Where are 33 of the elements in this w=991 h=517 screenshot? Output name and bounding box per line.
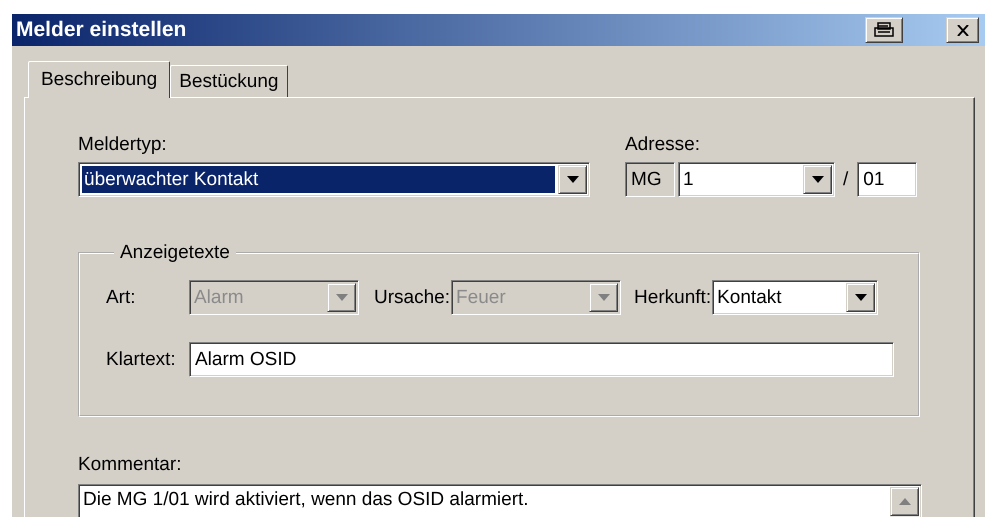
field-label: Adresse: [625,134,701,156]
field-label: Klartext: [106,348,177,370]
field-label: Meldertyp: [78,134,168,156]
field-label: Herkunft: [634,286,712,308]
caret-icon [336,294,348,301]
caret-icon [812,176,824,183]
selected-value: überwachter Kontakt [82,166,555,193]
separator-text: / [843,168,848,190]
close-button[interactable] [946,17,979,43]
tab[interactable]: Bestückung [170,65,288,97]
dropdown-button[interactable] [846,283,876,312]
input-field[interactable]: Alarm OSID [189,342,894,377]
input-field[interactable]: 01 [857,162,918,197]
dropdown-button[interactable] [803,165,832,194]
caret-icon [566,176,578,183]
print-button[interactable] [865,17,903,43]
tab[interactable]: Beschreibung [28,61,170,98]
group-title: Anzeigetexte [119,242,231,264]
comment-textarea[interactable]: Die MG 1/01 wird aktiviert, wenn das OSID alarmiert. [78,484,922,517]
close-icon [956,24,968,36]
field-label: Kommentar: [78,454,182,476]
field-label: Art: [106,286,137,308]
caret-up-icon [898,498,910,505]
field-label: Ursache: [374,286,450,308]
dropdown[interactable]: 1 [678,162,835,197]
dropdown-button[interactable] [558,165,587,194]
caret-icon [598,294,610,301]
window-title: Melder einstellen [16,18,188,42]
dropdown[interactable]: Kontakt [712,280,878,315]
dropdown[interactable]: überwachter Kontakt [78,162,590,197]
prefix-field: MG [625,162,675,197]
caret-icon [854,294,867,301]
printer-icon [874,22,894,38]
